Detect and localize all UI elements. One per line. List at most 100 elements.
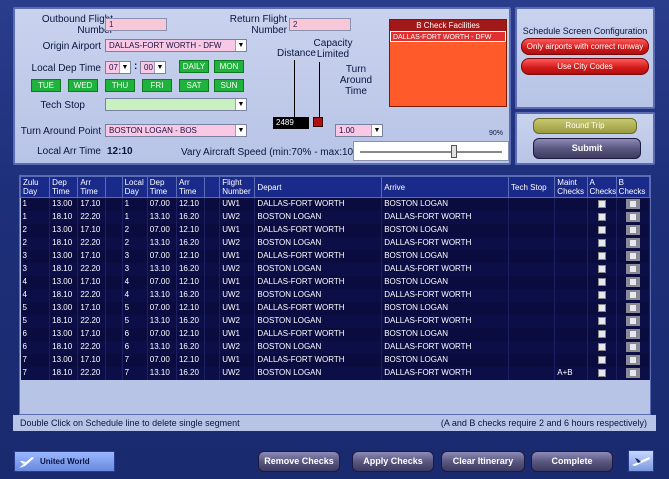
table-row[interactable]: 5 13.00 17.10 5 07.00 12.10 UW1 DALLAS-FORT WOR…	[20, 301, 650, 315]
b-check-box	[625, 367, 640, 378]
a-check-checkbox[interactable]	[597, 200, 606, 209]
table-row[interactable]: 7 13.00 17.10 7 07.00 12.10 UW1 DALLAS-FORT WOR…	[20, 353, 650, 367]
cell-local-arr: 16.20	[176, 340, 206, 354]
cell-zulu-arr: 17.10	[77, 197, 106, 211]
tech-stop-select[interactable]: ▼	[105, 98, 247, 111]
b-check-checkbox[interactable]	[628, 342, 637, 351]
b-check-checkbox[interactable]	[628, 238, 637, 247]
cell-local-day: 6	[122, 340, 148, 354]
cell-spacer	[105, 236, 123, 250]
a-check-checkbox[interactable]	[597, 238, 606, 247]
table-row[interactable]: 2 18.10 22.20 2 13.10 16.20 UW2 BOSTON LOGAN DAL…	[20, 236, 650, 250]
a-check-checkbox[interactable]	[597, 212, 606, 221]
remove-checks-button[interactable]: Remove Checks	[258, 451, 340, 472]
cell-depart: DALLAS-FORT WORTH	[254, 301, 383, 315]
a-check-checkbox[interactable]	[597, 277, 606, 286]
b-check-checkbox[interactable]	[628, 251, 637, 260]
b-check-checkbox[interactable]	[628, 225, 637, 234]
b-check-checkbox[interactable]	[628, 212, 637, 221]
table-row[interactable]: 4 18.10 22.20 4 13.10 16.20 UW2 BOSTON LOGAN DAL…	[20, 288, 650, 302]
cell-local-day: 4	[122, 288, 148, 302]
table-row[interactable]: 5 18.10 22.20 5 13.10 16.20 UW2 BOSTON LOGAN DAL…	[20, 314, 650, 328]
speed-slider[interactable]	[353, 141, 509, 161]
turnaround-time-select[interactable]: 1.00 ▼	[335, 124, 383, 137]
correct-runway-button[interactable]: Only airports with correct runway	[521, 38, 649, 55]
cell-zulu-arr: 17.10	[77, 275, 106, 289]
cell-local-day: 6	[122, 327, 148, 341]
day-button-thu[interactable]: THU	[105, 79, 135, 92]
apply-checks-button[interactable]: Apply Checks	[352, 451, 434, 472]
use-city-codes-button[interactable]: Use City Codes	[521, 58, 649, 75]
cell-arrive: DALLAS-FORT WORTH	[381, 314, 510, 328]
cell-zulu-day: 1	[20, 210, 51, 224]
day-button-sun[interactable]: SUN	[214, 79, 244, 92]
table-row[interactable]: 7 18.10 22.20 7 13.10 16.20 UW2 BOSTON LOGAN DAL…	[20, 366, 650, 380]
day-button-mon[interactable]: MON	[214, 60, 244, 73]
cell-flight-number: UW1	[219, 301, 256, 315]
table-row[interactable]: 3 18.10 22.20 3 13.10 16.20 UW2 BOSTON LOGAN DAL…	[20, 262, 650, 276]
return-flight-label: Return Flight Number	[229, 14, 287, 36]
a-check-checkbox[interactable]	[597, 342, 606, 351]
cell-local-day: 7	[122, 353, 148, 367]
a-check-checkbox[interactable]	[597, 303, 606, 312]
bcheck-facility-item[interactable]: DALLAS-FORT WORTH - DFW	[390, 31, 506, 42]
cell-local-arr: 16.20	[176, 262, 206, 276]
cell-local-arr: 16.20	[176, 288, 206, 302]
b-check-checkbox[interactable]	[628, 355, 637, 364]
bcheck-facilities-box: B Check Facilities DALLAS-FORT WORTH - D…	[389, 19, 507, 107]
b-check-checkbox[interactable]	[628, 316, 637, 325]
b-check-box	[625, 199, 640, 210]
a-check-checkbox[interactable]	[597, 225, 606, 234]
a-check-checkbox[interactable]	[597, 355, 606, 364]
b-check-checkbox[interactable]	[628, 329, 637, 338]
table-row[interactable]: 3 13.00 17.10 3 07.00 12.10 UW1 DALLAS-FORT WOR…	[20, 249, 650, 263]
outbound-flight-input[interactable]: 1	[105, 18, 167, 31]
a-check-checkbox[interactable]	[597, 290, 606, 299]
a-check-checkbox[interactable]	[597, 329, 606, 338]
table-row[interactable]: 6 13.00 17.10 6 07.00 12.10 UW1 DALLAS-FORT WOR…	[20, 327, 650, 341]
table-body: 1 13.00 17.10 1 07.00 12.10 UW1 DALLAS-FORT WOR…	[20, 197, 650, 380]
b-check-checkbox[interactable]	[628, 277, 637, 286]
table-row[interactable]: 1 18.10 22.20 1 13.10 16.20 UW2 BOSTON LOGAN DAL…	[20, 210, 650, 224]
aircraft-thumbnail-icon[interactable]	[628, 450, 654, 472]
cell-spacer	[204, 327, 221, 341]
submit-button[interactable]: Submit	[533, 138, 641, 159]
cell-zulu-arr: 22.20	[77, 288, 106, 302]
origin-airport-select[interactable]: DALLAS-FORT WORTH - DFW ▼	[105, 39, 247, 52]
cell-maint-checks	[554, 236, 588, 250]
dep-hour-select[interactable]: 07 ▼	[105, 61, 131, 74]
day-button-tue[interactable]: TUE	[31, 79, 61, 92]
table-row[interactable]: 2 13.00 17.10 2 07.00 12.10 UW1 DALLAS-FORT WOR…	[20, 223, 650, 237]
day-button-wed[interactable]: WED	[68, 79, 98, 92]
a-check-checkbox[interactable]	[597, 368, 606, 377]
b-check-checkbox[interactable]	[628, 200, 637, 209]
table-row[interactable]: 1 13.00 17.10 1 07.00 12.10 UW1 DALLAS-FORT WOR…	[20, 197, 650, 211]
b-check-checkbox[interactable]	[628, 303, 637, 312]
day-button-daily[interactable]: DAILY	[179, 60, 209, 73]
cell-maint-checks	[554, 301, 588, 315]
cell-depart: BOSTON LOGAN	[254, 236, 383, 250]
cell-zulu-day: 5	[20, 301, 51, 315]
table-row[interactable]: 6 18.10 22.20 6 13.10 16.20 UW2 BOSTON LOGAN DAL…	[20, 340, 650, 354]
speed-slider-thumb[interactable]	[451, 145, 457, 158]
cell-a-check	[587, 314, 617, 328]
cell-zulu-dep: 13.00	[49, 223, 79, 237]
return-flight-input[interactable]: 2	[289, 18, 351, 31]
complete-button[interactable]: Complete	[531, 451, 613, 472]
chevron-down-icon: ▼	[154, 62, 165, 73]
dep-minute-select[interactable]: 00 ▼	[140, 61, 166, 74]
table-row[interactable]: 4 13.00 17.10 4 07.00 12.10 UW1 DALLAS-FORT WOR…	[20, 275, 650, 289]
a-check-checkbox[interactable]	[597, 264, 606, 273]
round-trip-button[interactable]: Round Trip	[533, 118, 637, 134]
day-button-fri[interactable]: FRI	[142, 79, 172, 92]
clear-itinerary-button[interactable]: Clear Itinerary	[441, 451, 525, 472]
b-check-checkbox[interactable]	[628, 264, 637, 273]
day-button-sat[interactable]: SAT	[179, 79, 209, 92]
table-header-row: Zulu Day Dep Time Arr Time Local Day Dep Tim…	[20, 176, 650, 198]
a-check-checkbox[interactable]	[597, 251, 606, 260]
turnaround-point-select[interactable]: BOSTON LOGAN - BOS ▼	[105, 124, 247, 137]
b-check-checkbox[interactable]	[628, 290, 637, 299]
a-check-checkbox[interactable]	[597, 316, 606, 325]
b-check-checkbox[interactable]	[628, 368, 637, 377]
b-check-box	[625, 354, 640, 365]
